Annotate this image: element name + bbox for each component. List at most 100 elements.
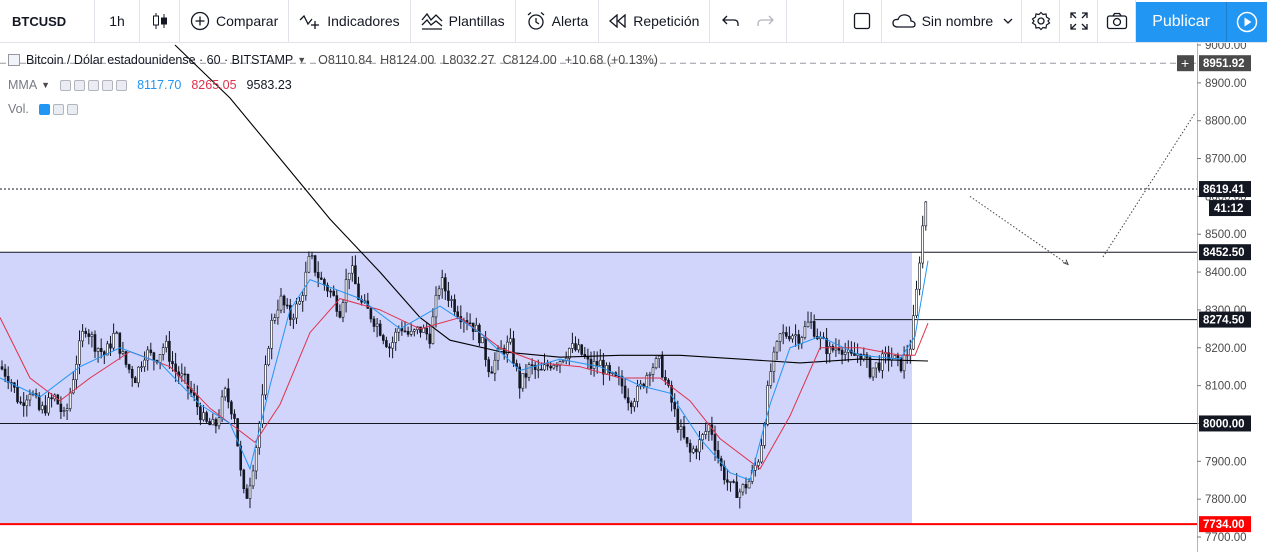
candle-body xyxy=(691,448,695,453)
chevron-down-icon[interactable]: ▼ xyxy=(41,80,50,90)
candle-body xyxy=(28,393,32,401)
candle-body xyxy=(140,366,143,369)
mma-label[interactable]: MMA xyxy=(8,78,37,92)
candle-body xyxy=(685,437,689,444)
close-icon[interactable] xyxy=(116,79,128,91)
candle-body xyxy=(825,338,828,355)
candle-body xyxy=(781,332,785,335)
candle-body xyxy=(171,361,174,365)
fullscreen-toggle[interactable] xyxy=(844,0,882,43)
price-chart[interactable]: 9000.008900.008800.008700.008600.008500.… xyxy=(0,43,1267,552)
candle-body xyxy=(698,439,701,453)
close-icon[interactable] xyxy=(66,103,78,115)
candle-body xyxy=(527,364,531,378)
candle-body xyxy=(645,375,649,387)
price-label-8000.00[interactable]: 8000.00 xyxy=(1203,418,1245,430)
price-label-8274.50[interactable]: 8274.50 xyxy=(1203,315,1245,327)
candle-body xyxy=(388,346,391,349)
indicators-button[interactable]: Indicadores xyxy=(289,0,411,43)
rewind-icon xyxy=(609,14,627,28)
candle-body xyxy=(350,265,354,274)
price-label-8619.41[interactable]: 8619.41 xyxy=(1203,184,1245,196)
redo-button[interactable] xyxy=(748,0,788,43)
range-rectangle[interactable] xyxy=(0,252,912,525)
candle-body xyxy=(676,408,680,430)
candle-body xyxy=(574,343,577,351)
maximize-button[interactable] xyxy=(1060,0,1099,43)
candle-body xyxy=(220,396,224,418)
symbol-legend: Bitcoin / Dólar estadounidense · 60 · BI… xyxy=(8,53,658,67)
source-code-icon[interactable] xyxy=(88,79,100,91)
eye-off-icon[interactable] xyxy=(38,103,50,115)
candle-body xyxy=(81,331,84,342)
candle-body xyxy=(437,288,441,296)
candle-body xyxy=(276,309,280,319)
layout-name-button[interactable]: Sin nombre xyxy=(882,0,1023,43)
volume-label[interactable]: Vol. xyxy=(8,102,29,116)
candle-body xyxy=(354,265,357,285)
candle-body xyxy=(555,365,559,367)
price-label-8951.92[interactable]: 8951.92 xyxy=(1203,58,1245,70)
candle-body xyxy=(152,352,156,361)
candle-body xyxy=(230,401,233,415)
candle-body xyxy=(602,359,605,375)
candle-body xyxy=(757,461,760,466)
cloud-icon xyxy=(891,13,916,29)
compare-button[interactable]: Comparar xyxy=(180,0,290,43)
candle-body xyxy=(202,412,205,421)
candle-body xyxy=(127,364,131,370)
price-label-8452.50[interactable]: 8452.50 xyxy=(1203,247,1245,259)
candle-body xyxy=(806,321,810,327)
legend-title[interactable]: Bitcoin / Dólar estadounidense · 60 · BI… xyxy=(26,53,293,67)
symbol-search[interactable]: BTCUSD xyxy=(0,0,95,43)
gear-icon[interactable] xyxy=(52,103,64,115)
interval-button[interactable]: 1h xyxy=(95,0,140,43)
candle-body xyxy=(158,354,162,363)
candle-body xyxy=(431,316,435,344)
candle-body xyxy=(447,290,450,301)
candle-body xyxy=(130,368,134,379)
templates-button[interactable]: Plantillas xyxy=(411,0,516,43)
play-button[interactable] xyxy=(1227,1,1267,42)
candle-body xyxy=(633,401,636,408)
projection-line-up[interactable] xyxy=(1102,112,1196,258)
candle-body xyxy=(211,419,215,426)
legend-high: H8124.00 xyxy=(380,53,435,67)
candle-body xyxy=(843,351,847,355)
candle-body xyxy=(425,327,429,335)
top-toolbar: BTCUSD 1h Comparar Indicadores Plantilla… xyxy=(0,0,1267,43)
settings-button[interactable] xyxy=(1022,0,1061,43)
candle-body xyxy=(722,465,726,481)
candle-body xyxy=(180,373,184,377)
candle-body xyxy=(50,397,53,400)
candle-body xyxy=(422,327,425,333)
chart-area[interactable]: 9000.00 8900.00 8800.00 8700.00 8600.00 8500.… xyxy=(0,43,1267,552)
snapshot-button[interactable] xyxy=(1098,0,1137,43)
candle-body xyxy=(760,445,763,463)
undo-button[interactable] xyxy=(710,0,748,43)
plus-icon-glyph: + xyxy=(1181,55,1189,71)
more-icon[interactable] xyxy=(102,79,114,91)
candle-body xyxy=(561,360,565,362)
chevron-down-icon[interactable]: ▼ xyxy=(297,55,306,65)
candle-body xyxy=(598,359,602,366)
candles-icon xyxy=(152,12,168,30)
gear-icon[interactable] xyxy=(74,79,86,91)
chart-style-button[interactable] xyxy=(140,0,180,43)
eye-icon[interactable] xyxy=(60,79,72,91)
candle-body xyxy=(493,359,497,374)
candle-body xyxy=(769,371,773,386)
candle-body xyxy=(214,419,218,427)
price-label-7734.00[interactable]: 7734.00 xyxy=(1203,519,1245,531)
indicators-label: Indicadores xyxy=(327,13,400,29)
publish-button[interactable]: Publicar xyxy=(1136,1,1227,42)
candle-body xyxy=(409,330,413,335)
candle-body xyxy=(654,358,658,369)
symbol-icon xyxy=(8,54,20,66)
replay-button[interactable]: Repetición xyxy=(599,0,711,43)
candle-body xyxy=(307,256,311,273)
projection-line-down[interactable] xyxy=(969,195,1069,265)
candle-body xyxy=(375,323,379,327)
candle-body xyxy=(208,421,211,426)
alert-button[interactable]: Alerta xyxy=(516,0,600,43)
